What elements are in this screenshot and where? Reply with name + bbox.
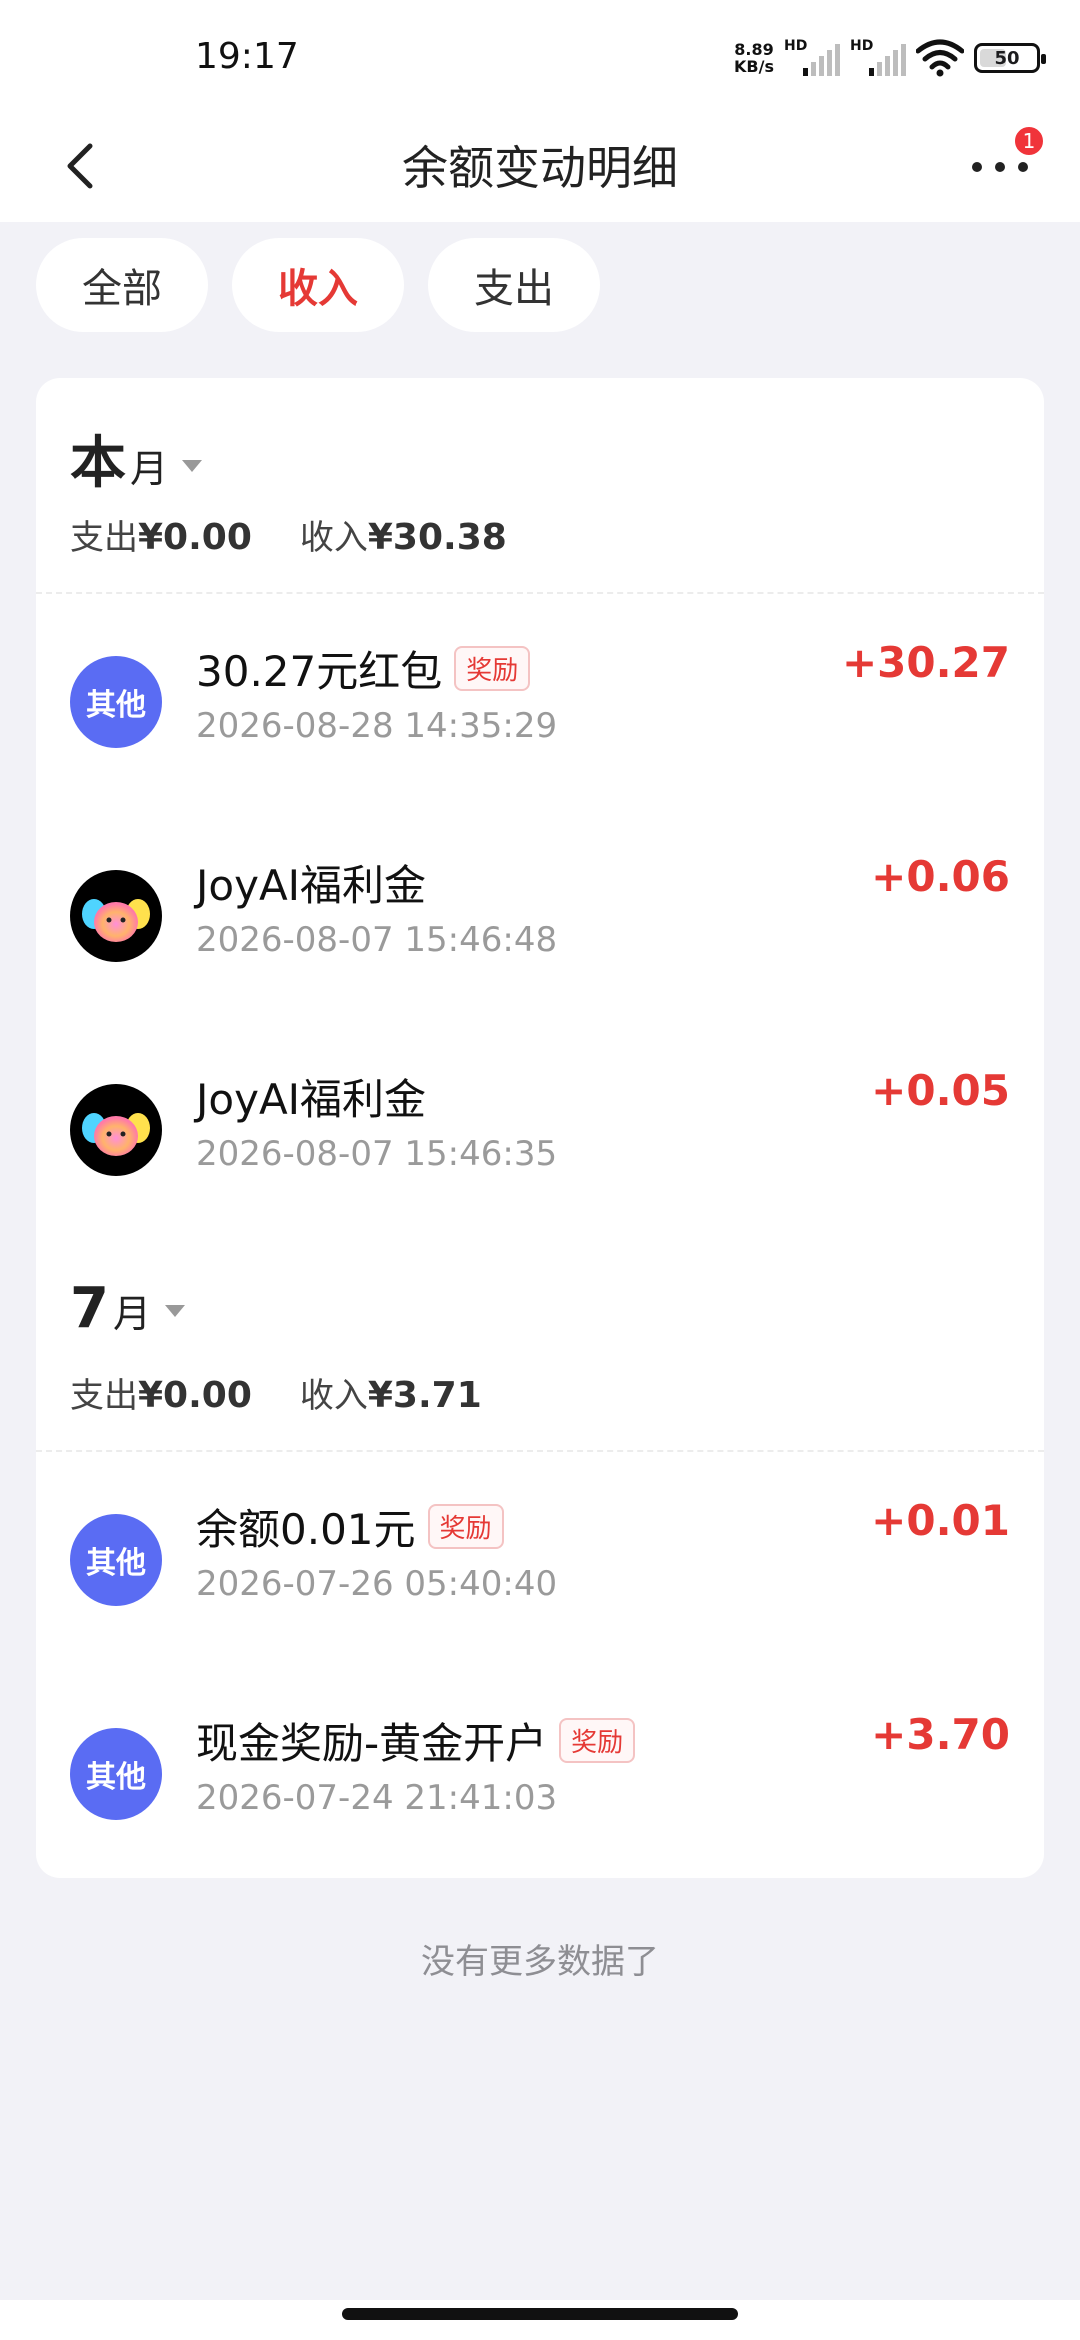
transaction-title: 30.27元红包: [196, 647, 443, 696]
transaction-time: 2026-08-07 15:46:35: [196, 1134, 558, 1174]
status-bar: 19:17 8.89 KB/s HD HD 50: [0, 0, 1080, 110]
joyai-mascot-icon: [70, 1084, 162, 1176]
transaction-amount: +0.05: [871, 1066, 1010, 1115]
signal-1-icon: HD: [784, 38, 840, 78]
status-time: 19:17: [195, 36, 299, 77]
more-dots-icon: [972, 162, 1028, 172]
caret-down-icon: [182, 460, 203, 472]
month-header-july: 7 月 支出¥0.00 收入¥3.71: [70, 1236, 1010, 1416]
home-indicator[interactable]: [342, 2308, 738, 2320]
income-label: 收入: [299, 1376, 368, 1416]
caret-down-icon: [164, 1305, 185, 1317]
wifi-icon: [916, 39, 964, 77]
transaction-row[interactable]: 其他 现金奖励-黄金开户 奖励 2026-07-24 21:41:03 +3.7…: [36, 1666, 1044, 1880]
reward-tag: 奖励: [427, 1504, 504, 1549]
filter-tab-all[interactable]: 全部: [36, 238, 208, 332]
income-value: ¥3.71: [367, 1375, 482, 1416]
transaction-time: 2026-07-24 21:41:03: [196, 1778, 558, 1818]
records-card: 本 月 支出¥0.00 收入¥30.38 其他 30.27元红包 奖励 2026…: [36, 378, 1044, 1878]
filter-tab-income[interactable]: 收入: [232, 238, 404, 332]
category-avatar: 其他: [70, 656, 162, 748]
no-more-data-text: 没有更多数据了: [421, 1942, 659, 1982]
reward-tag: 奖励: [559, 1718, 636, 1763]
month-summary: 支出¥0.00 收入¥3.71: [70, 1368, 482, 1417]
transaction-time: 2026-08-07 15:46:48: [196, 920, 558, 960]
notification-badge: 1: [1012, 124, 1046, 158]
transaction-row[interactable]: 其他 30.27元红包 奖励 2026-08-28 14:35:29 +30.2…: [36, 594, 1044, 808]
joyai-mascot-icon: [70, 870, 162, 962]
expense-value: ¥0.00: [138, 1375, 252, 1416]
battery-icon: 50: [974, 43, 1046, 73]
transaction-row[interactable]: JoyAI福利金 2026-08-07 15:46:48 +0.06: [36, 808, 1044, 1022]
network-speed-unit: KB/s: [734, 57, 774, 76]
expense-label: 支出: [70, 1376, 138, 1416]
month-label-suffix: 月: [112, 1292, 151, 1336]
bottom-safe-area: [0, 2300, 1080, 2340]
page-title: 余额变动明细: [402, 141, 678, 195]
signal-2-icon: HD: [850, 38, 906, 78]
nav-bar: 余额变动明细 1: [0, 110, 1080, 222]
transaction-row[interactable]: 其他 余额0.01元 奖励 2026-07-26 05:40:40 +0.01: [36, 1452, 1044, 1666]
transaction-time: 2026-08-28 14:35:29: [196, 706, 558, 746]
more-button[interactable]: 1: [960, 124, 1046, 202]
joyai-mascot-svg: [82, 899, 150, 942]
transaction-amount: +3.70: [871, 1710, 1010, 1759]
transaction-title: JoyAI福利金: [196, 1075, 427, 1124]
month-header-current: 本 月 支出¥0.00 收入¥30.38: [70, 378, 1010, 558]
month-selector[interactable]: 7 月: [70, 1276, 185, 1341]
joyai-mascot-svg: [82, 1113, 150, 1156]
transaction-row[interactable]: JoyAI福利金 2026-08-07 15:46:35 +0.05: [36, 1022, 1044, 1236]
expense-value: ¥0.00: [138, 517, 252, 558]
transaction-title: 现金奖励-黄金开户: [196, 1719, 548, 1768]
month-label-suffix: 月: [130, 447, 169, 491]
month-selector[interactable]: 本 月: [70, 418, 203, 499]
status-icons: 8.89 KB/s HD HD 50: [734, 36, 1046, 80]
category-avatar: 其他: [70, 1514, 162, 1606]
battery-level: 50: [994, 47, 1020, 69]
transaction-title: JoyAI福利金: [196, 861, 427, 910]
transaction-title: 余额0.01元: [196, 1505, 416, 1554]
network-speed-value: 8.89: [734, 40, 774, 59]
transaction-time: 2026-07-26 05:40:40: [196, 1564, 558, 1604]
filter-tabs: 全部 收入 支出: [36, 238, 600, 332]
expense-label: 支出: [70, 518, 138, 558]
network-speed: 8.89 KB/s: [734, 41, 774, 75]
category-avatar: 其他: [70, 1728, 162, 1820]
income-label: 收入: [299, 518, 368, 558]
month-summary: 支出¥0.00 收入¥30.38: [70, 510, 507, 559]
filter-tab-expense[interactable]: 支出: [428, 238, 600, 332]
transaction-amount: +30.27: [841, 638, 1010, 687]
month-label-big: 本: [70, 431, 126, 496]
transaction-amount: +0.01: [871, 1496, 1010, 1545]
income-value: ¥30.38: [367, 517, 507, 558]
reward-tag: 奖励: [454, 646, 531, 691]
transaction-amount: +0.06: [871, 852, 1010, 901]
month-label-big: 7: [70, 1276, 109, 1341]
